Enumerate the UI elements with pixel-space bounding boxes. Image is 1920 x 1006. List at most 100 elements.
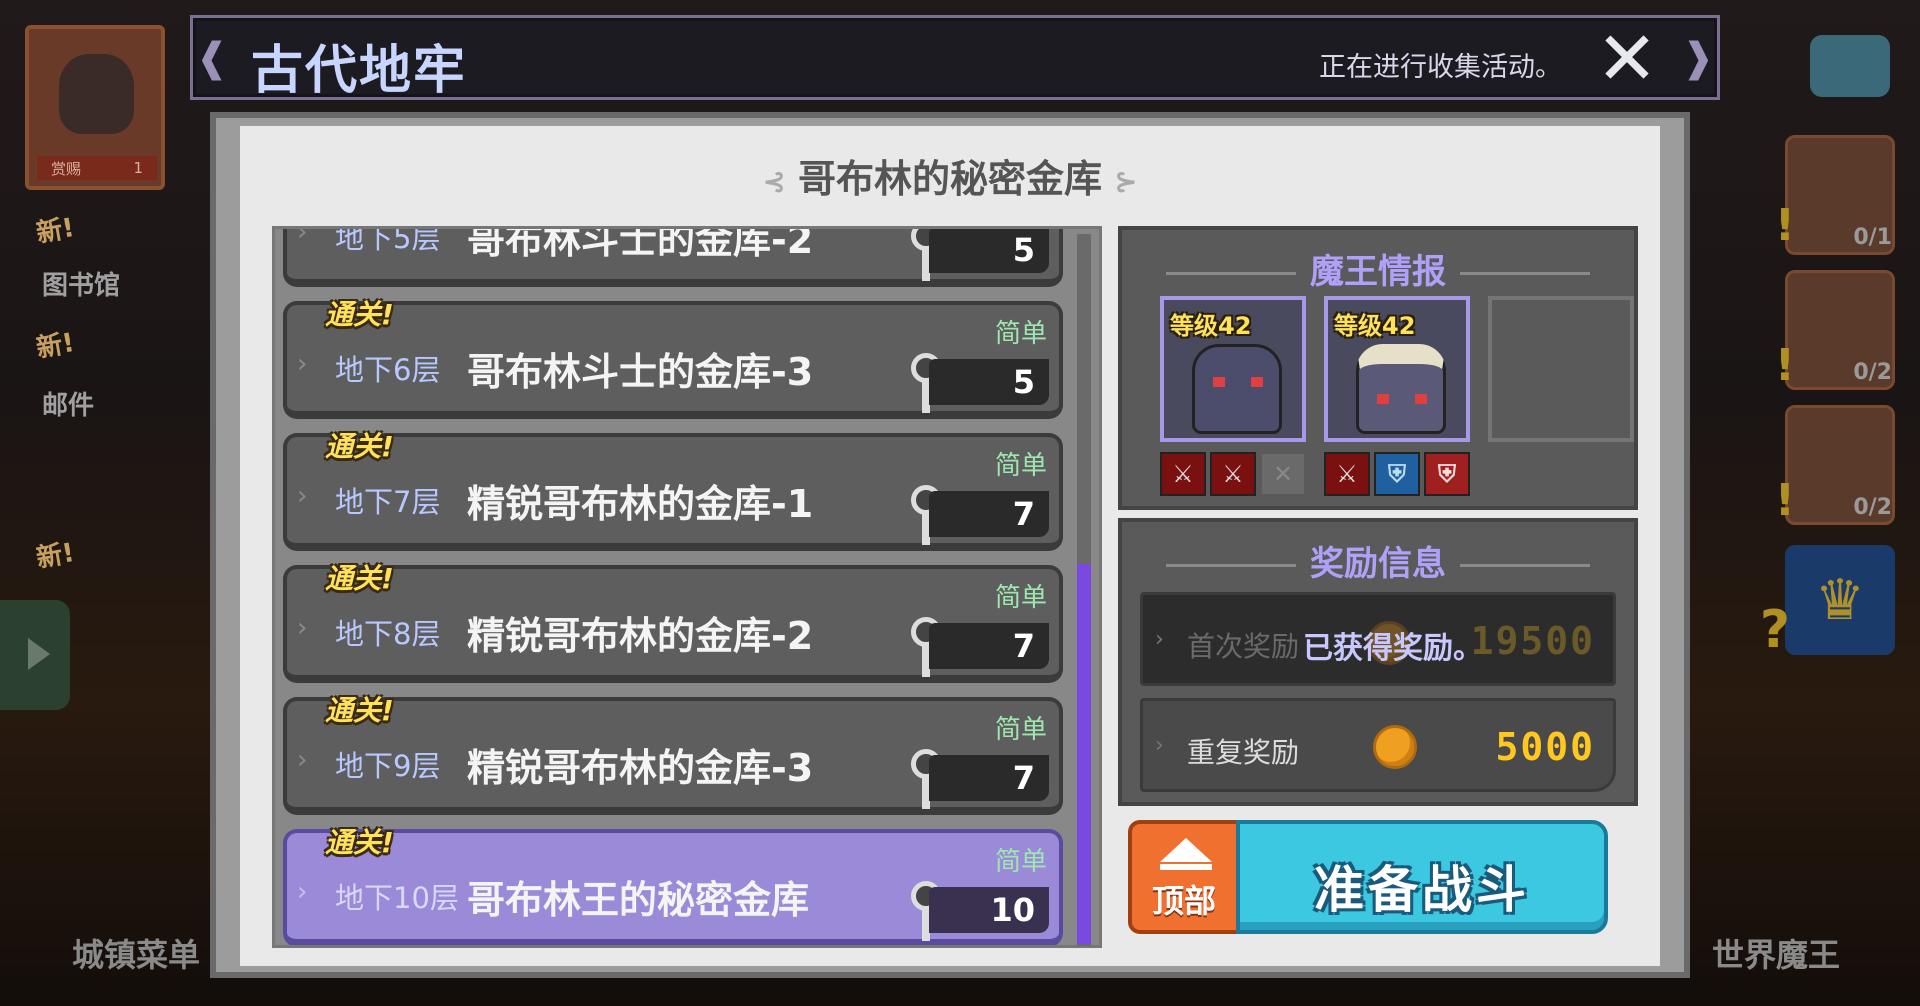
ornament-icon: ❱ xyxy=(1681,35,1715,81)
rank-badge: 赏赐 1 xyxy=(37,156,157,180)
stage-row[interactable]: › 通关! 地下7层 精锐哥布林的金库-1 简单 7 xyxy=(283,430,1063,551)
divider xyxy=(1460,272,1590,275)
rank-value: 1 xyxy=(133,159,143,177)
event-status-text: 正在进行收集活动。 xyxy=(1319,52,1562,83)
repeat-reward-label: 重复奖励 xyxy=(1187,736,1300,769)
arrow-up-icon xyxy=(1160,838,1212,862)
stage-name: 精锐哥布林的金库-1 xyxy=(467,482,814,526)
stage-row[interactable]: › 通关! 地下6层 哥布林斗士的金库-3 简单 5 xyxy=(283,298,1063,419)
cleared-badge: 通关! xyxy=(325,430,394,463)
stage-floor: 地下6层 xyxy=(335,353,441,387)
red-shield-icon[interactable]: ⛨ xyxy=(1424,452,1470,496)
boss-equipment-1: ⚔ ⚔ ✕ xyxy=(1160,452,1306,496)
play-tab xyxy=(0,600,70,710)
library-label: 图书馆 xyxy=(42,271,121,301)
quest-slot: 0/2 xyxy=(1785,270,1895,390)
first-reward-value: 19500 xyxy=(1470,619,1595,663)
first-reward-row: › 首次奖励 19500 已获得奖励。 xyxy=(1140,592,1616,686)
difficulty-label: 简单 xyxy=(994,715,1047,745)
chevron-right-icon: › xyxy=(297,226,308,247)
cleared-badge: 通关! xyxy=(325,826,394,859)
repeat-reward-row: › 重复奖励 5000 xyxy=(1140,698,1616,792)
close-button[interactable]: ✕ xyxy=(1592,16,1662,102)
divider xyxy=(1166,564,1296,567)
boss-slot-empty xyxy=(1488,296,1634,442)
stage-name: 哥布林斗士的金库-3 xyxy=(467,350,814,394)
exclamation-icon: ! xyxy=(1774,200,1795,251)
boss-slot-2[interactable]: 等级42 xyxy=(1324,296,1470,442)
quest-slot: 0/1 xyxy=(1785,135,1895,255)
scroll-top-button[interactable]: 顶部 xyxy=(1128,820,1240,934)
reward-claimed-text: 已获得奖励。 xyxy=(1303,631,1483,666)
stage-floor: 地下7层 xyxy=(335,485,441,519)
stage-name: 哥布林斗士的金库-2 xyxy=(467,226,814,262)
chat-icon xyxy=(1810,35,1890,97)
key-cost: 10 xyxy=(929,887,1049,933)
key-cost: 7 xyxy=(929,623,1049,669)
stage-row[interactable]: › 通关! 地下9层 精锐哥布林的金库-3 简单 7 xyxy=(283,694,1063,815)
mail-label: 邮件 xyxy=(42,391,95,421)
stage-name: 哥布林王的秘密金库 xyxy=(467,878,810,922)
chevron-right-icon: › xyxy=(297,481,308,511)
background-left-menu: 赏赐 1 新! 图书馆 新! 邮件 新! xyxy=(0,0,200,1006)
cleared-badge: 通关! xyxy=(325,298,394,331)
ornament-icon: ⊱ xyxy=(1114,165,1138,198)
quest-slot: 0/2 xyxy=(1785,405,1895,525)
boss-level: 等级42 xyxy=(1170,312,1252,340)
stage-row[interactable]: › 通关! 地下10层 哥布林王的秘密金库 简单 10 xyxy=(283,826,1063,945)
cleared-badge: 通关! xyxy=(325,694,394,727)
page-title: 古代地牢 xyxy=(251,41,468,101)
exclamation-icon: ! xyxy=(1774,340,1795,391)
gold-coin-icon xyxy=(1373,725,1417,769)
rank-label: 赏赐 xyxy=(51,159,82,178)
quest-count: 0/2 xyxy=(1853,360,1892,385)
question-icon: ? xyxy=(1759,600,1790,660)
dungeon-header: ⊰ 哥布林的秘密金库 ⊱ xyxy=(240,148,1660,203)
boss-equipment-2: ⚔ ⛨ ⛨ xyxy=(1324,452,1470,496)
difficulty-label: 简单 xyxy=(994,319,1047,349)
key-cost: 5 xyxy=(929,229,1049,273)
scrollbar-thumb[interactable] xyxy=(1077,564,1091,944)
cleared-badge: 通关! xyxy=(325,562,394,595)
stage-row[interactable]: › 通关! 地下8层 精锐哥布林的金库-2 简单 7 xyxy=(283,562,1063,683)
close-icon: ✕ xyxy=(1595,16,1658,102)
quest-count: 0/1 xyxy=(1853,225,1892,250)
avatar-portrait xyxy=(59,54,134,134)
boss-info-panel: 魔王情报 等级42 ⚔ ⚔ ✕ 等级42 ⚔ ⛨ ⛨ xyxy=(1118,226,1638,510)
stage-floor: 地下8层 xyxy=(335,617,441,651)
town-menu-label: 城镇菜单 xyxy=(72,936,201,974)
sword-icon[interactable]: ⚔ xyxy=(1210,452,1256,496)
new-badge: 新! xyxy=(34,327,77,365)
stage-floor: 地下5层 xyxy=(335,226,441,255)
ornament-icon: ❰ xyxy=(195,35,229,81)
chevron-right-icon: › xyxy=(297,877,308,907)
trophy-icon: ♛ xyxy=(1785,545,1895,655)
chevron-right-icon: › xyxy=(1155,627,1164,652)
new-badge: 新! xyxy=(34,212,77,250)
dungeon-title: 哥布林的秘密金库 xyxy=(797,157,1102,201)
boss-info-label: 魔王情报 xyxy=(1310,252,1446,292)
boss-info-title: 魔王情报 xyxy=(1122,244,1634,293)
stage-list[interactable]: › 地下5层 哥布林斗士的金库-2 5 › 通关! 地下6层 哥布林斗士的金库-… xyxy=(272,226,1102,948)
sword-icon[interactable]: ⚔ xyxy=(1324,452,1370,496)
boss-slot-1[interactable]: 等级42 xyxy=(1160,296,1306,442)
stage-list-scrollbar[interactable] xyxy=(1077,234,1091,946)
sword-icon[interactable]: ⚔ xyxy=(1160,452,1206,496)
empty-equipment-slot: ✕ xyxy=(1260,452,1306,496)
prepare-battle-button[interactable]: 准备战斗 xyxy=(1236,820,1608,934)
scroll-top-label: 顶部 xyxy=(1151,882,1216,920)
stage-name: 精锐哥布林的金库-3 xyxy=(467,746,814,790)
blue-shield-icon[interactable]: ⛨ xyxy=(1374,452,1420,496)
goblin-boss-icon xyxy=(1192,344,1282,434)
reward-info-label: 奖励信息 xyxy=(1310,544,1446,584)
quest-count: 0/2 xyxy=(1853,495,1892,520)
difficulty-label: 简单 xyxy=(994,847,1047,877)
chevron-right-icon: › xyxy=(297,613,308,643)
new-badge: 新! xyxy=(34,537,77,575)
repeat-reward-value: 5000 xyxy=(1495,725,1595,769)
dungeon-panel: ⊰ 哥布林的秘密金库 ⊱ › 地下5层 哥布林斗士的金库-2 5 › 通关! 地下6… xyxy=(210,112,1690,978)
chevron-right-icon: › xyxy=(297,745,308,775)
difficulty-label: 简单 xyxy=(994,583,1047,613)
first-reward-label: 首次奖励 xyxy=(1187,630,1300,663)
stage-row[interactable]: › 地下5层 哥布林斗士的金库-2 5 xyxy=(283,226,1063,287)
